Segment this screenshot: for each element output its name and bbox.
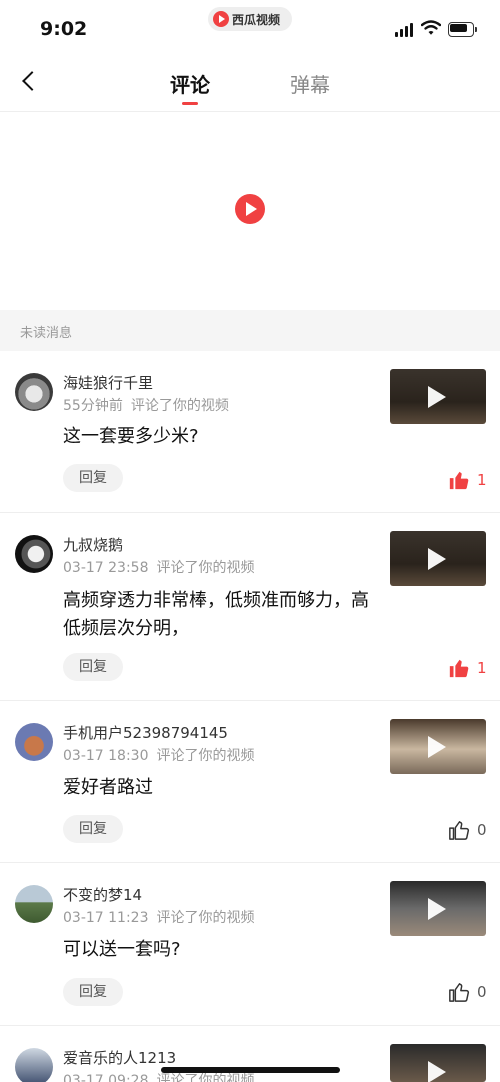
- cellular-signal-icon: [395, 23, 415, 37]
- comment-action: 评论了你的视频: [156, 910, 255, 926]
- xigua-logo-icon: [213, 11, 229, 27]
- reply-button[interactable]: 回复: [63, 815, 123, 843]
- play-icon[interactable]: [235, 194, 265, 224]
- tab-danmaku[interactable]: 弹幕: [290, 69, 330, 98]
- reply-button[interactable]: 回复: [63, 464, 123, 492]
- like-button[interactable]: 0: [448, 981, 488, 1005]
- comment-action: 评论了你的视频: [156, 748, 255, 764]
- thumbnail-play-icon: [428, 548, 446, 570]
- video-thumbnail[interactable]: [390, 369, 486, 424]
- section-title: 未读消息: [20, 326, 73, 341]
- comment-time: 03-17 11:23: [63, 910, 149, 926]
- comment-action: 评论了你的视频: [156, 560, 255, 576]
- comment-meta: 03-17 23:58 评论了你的视频: [63, 557, 254, 577]
- user-name[interactable]: 不变的梦14: [63, 884, 142, 905]
- unread-section-header: 未读消息: [0, 310, 500, 351]
- video-thumbnail[interactable]: [390, 719, 486, 774]
- app-indicator-label: 西瓜视频: [232, 13, 281, 27]
- avatar[interactable]: [15, 373, 53, 411]
- reply-button[interactable]: 回复: [63, 978, 123, 1006]
- user-name[interactable]: 手机用户52398794145: [63, 722, 228, 743]
- user-name[interactable]: 海娃狼行千里: [63, 372, 153, 393]
- comment-time: 55分钟前: [63, 398, 123, 414]
- comment-time: 03-17 09:28: [63, 1073, 149, 1082]
- thumbnail-play-icon: [428, 898, 446, 920]
- thumbnail-play-icon: [428, 736, 446, 758]
- comment-meta: 03-17 11:23 评论了你的视频: [63, 907, 254, 927]
- like-button[interactable]: 1: [448, 469, 488, 493]
- notification-item[interactable]: 手机用户52398794145 03-17 18:30 评论了你的视频 爱好者路过…: [0, 701, 500, 863]
- status-time: 9:02: [40, 18, 88, 40]
- notification-item[interactable]: 九叔烧鹅 03-17 23:58 评论了你的视频 高频穿透力非常棒，低频准而够力，…: [0, 513, 500, 701]
- notification-item[interactable]: 海娃狼行千里 55分钟前 评论了你的视频 这一套要多少米? 回复 1: [0, 351, 500, 513]
- like-count: 1: [477, 471, 487, 489]
- avatar[interactable]: [15, 535, 53, 573]
- avatar[interactable]: [15, 723, 53, 761]
- back-button[interactable]: [16, 68, 44, 96]
- comment-action: 评论了你的视频: [130, 398, 229, 414]
- like-count: 0: [477, 821, 487, 839]
- thumbs-up-filled-icon: [449, 471, 469, 490]
- video-thumbnail[interactable]: [390, 881, 486, 936]
- notification-item[interactable]: 不变的梦14 03-17 11:23 评论了你的视频 可以送一套吗? 回复 0: [0, 863, 500, 1026]
- thumbs-up-outline-icon: [449, 821, 470, 840]
- video-area[interactable]: [0, 112, 500, 310]
- wifi-icon: [421, 20, 441, 35]
- comment-text: 爱好者路过: [63, 777, 153, 798]
- reply-button[interactable]: 回复: [63, 653, 123, 681]
- video-thumbnail[interactable]: [390, 1044, 486, 1082]
- comment-text: 这一套要多少米?: [63, 426, 199, 447]
- active-tab-indicator: [182, 102, 198, 105]
- like-count: 1: [477, 659, 487, 677]
- comment-meta: 55分钟前 评论了你的视频: [63, 395, 229, 415]
- like-button[interactable]: 0: [448, 819, 488, 843]
- app-indicator-pill[interactable]: 西瓜视频: [208, 7, 292, 31]
- home-indicator[interactable]: [161, 1067, 340, 1073]
- comment-text: 高频穿透力非常棒，低频准而够力，高低频层次分明，: [63, 590, 369, 639]
- top-nav-bar: 评论 弹幕: [0, 52, 500, 112]
- comment-time: 03-17 18:30: [63, 748, 149, 764]
- tab-comments[interactable]: 评论: [170, 69, 210, 98]
- battery-icon: [448, 22, 478, 37]
- thumbnail-play-icon: [428, 1061, 446, 1082]
- like-button[interactable]: 1: [448, 657, 488, 681]
- comment-meta: 03-17 18:30 评论了你的视频: [63, 745, 254, 765]
- notification-item[interactable]: 爱音乐的人1213 03-17 09:28 评论了你的视频: [0, 1026, 500, 1082]
- comment-text: 可以送一套吗?: [63, 939, 181, 960]
- status-bar: 9:02 西瓜视频: [0, 0, 500, 52]
- comment-action: 评论了你的视频: [156, 1073, 255, 1082]
- user-name[interactable]: 爱音乐的人1213: [63, 1047, 176, 1068]
- thumbs-up-filled-icon: [449, 659, 469, 678]
- comment-time: 03-17 23:58: [63, 560, 149, 576]
- user-name[interactable]: 九叔烧鹅: [63, 534, 123, 555]
- avatar[interactable]: [15, 885, 53, 923]
- thumbs-up-outline-icon: [449, 983, 470, 1002]
- video-thumbnail[interactable]: [390, 531, 486, 586]
- avatar[interactable]: [15, 1048, 53, 1082]
- thumbnail-play-icon: [428, 386, 446, 408]
- like-count: 0: [477, 983, 487, 1001]
